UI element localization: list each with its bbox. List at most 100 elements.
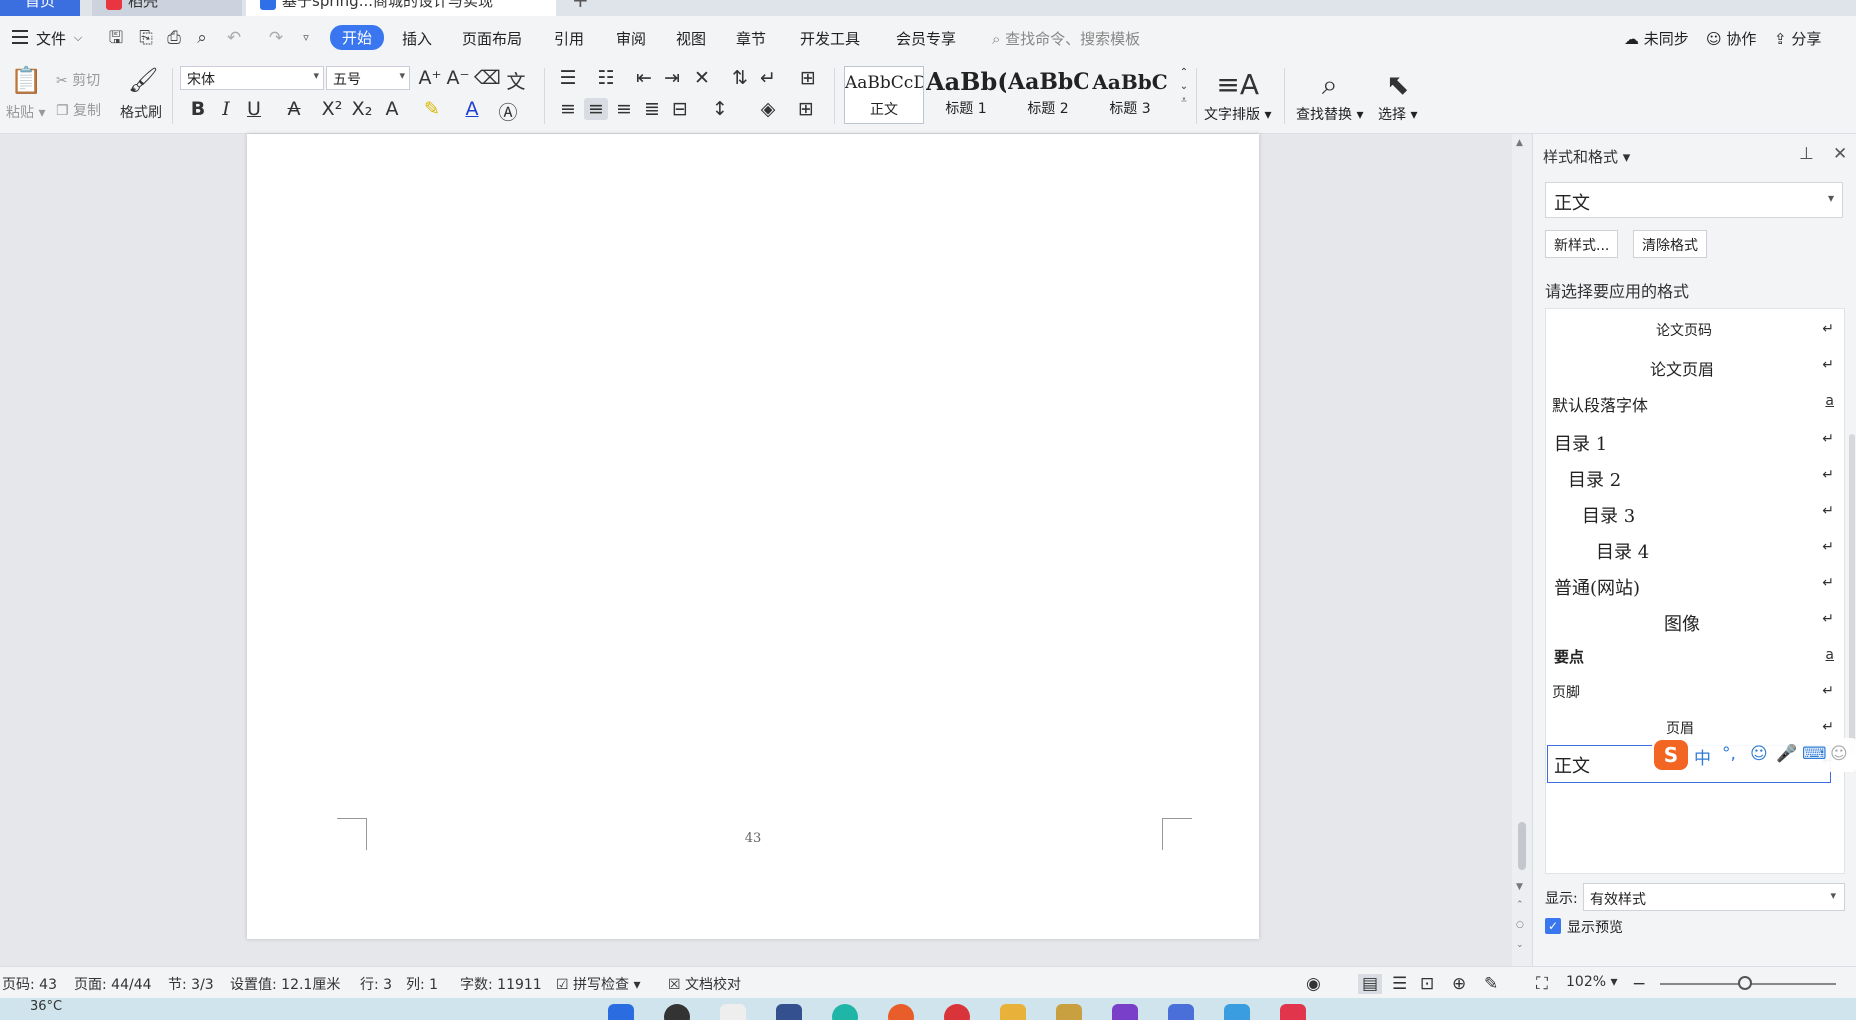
share-button[interactable]: ⇪ 分享 [1774, 28, 1821, 49]
sync-button[interactable]: ☁ 未同步 [1624, 28, 1689, 49]
write-mode-icon[interactable]: ✎ [1484, 974, 1498, 994]
web-view-icon[interactable]: ⊕ [1452, 974, 1466, 994]
paste-icon[interactable]: 📋 [10, 66, 42, 96]
app-icon[interactable] [1112, 1004, 1138, 1020]
style-heading-1[interactable]: AaBb( 标题 1 [926, 66, 1006, 124]
emoji-icon[interactable]: ☺ [1750, 744, 1768, 764]
eye-protection-icon[interactable]: ◉ [1306, 974, 1321, 994]
shading-icon[interactable]: ◈ [756, 98, 780, 120]
underline-icon[interactable]: U [242, 98, 266, 120]
user-icon[interactable]: ☺ [1830, 744, 1848, 764]
microphone-icon[interactable]: 🎤 [1776, 744, 1797, 764]
sogou-logo-icon[interactable]: S [1654, 740, 1688, 770]
numbered-list-icon[interactable]: ☷ [594, 67, 618, 89]
next-page-icon[interactable]: ⌄ [1516, 940, 1524, 950]
folder-icon[interactable] [1000, 1004, 1026, 1020]
browser-icon[interactable] [888, 1004, 914, 1020]
command-search[interactable]: ⌕ 查找命令、搜索模板 [992, 28, 1140, 49]
shrink-font-icon[interactable]: A⁻ [446, 67, 470, 89]
scroll-thumb[interactable] [1518, 822, 1526, 870]
char-border-icon[interactable]: Ⓐ [496, 98, 520, 125]
align-right-icon[interactable]: ≡ [612, 98, 636, 120]
copy-button[interactable]: ❐ 复制 [56, 100, 101, 120]
justify-icon[interactable]: ≣ [640, 98, 664, 120]
paste-button[interactable]: 粘贴 ▾ [6, 102, 45, 122]
save-icon[interactable]: 🖫 [106, 28, 126, 48]
align-left-icon[interactable]: ≡ [556, 98, 580, 120]
search-icon[interactable] [664, 1004, 690, 1020]
list-item[interactable]: 目录 1 ↵ [1546, 421, 1844, 461]
style-list-scrollbar[interactable] [1849, 434, 1855, 754]
borders-icon[interactable]: ⊞ [794, 98, 818, 120]
list-item[interactable]: 普通(网站) ↵ [1546, 565, 1844, 605]
current-style-select[interactable]: 正文 [1545, 182, 1843, 218]
list-item[interactable]: 目录 2 ↵ [1546, 457, 1844, 497]
show-preview-checkbox[interactable]: ✓ [1545, 918, 1561, 934]
file-menu[interactable]: 文件 [36, 28, 66, 49]
keyboard-icon[interactable]: ⌨ [1802, 744, 1827, 764]
tab-home[interactable]: 首页 [0, 0, 80, 16]
line-spacing-icon[interactable]: ↕ [708, 98, 732, 120]
punctuation-icon[interactable]: °, [1722, 744, 1736, 764]
app-icon[interactable] [944, 1004, 970, 1020]
list-item[interactable]: 论文页码 ↵ [1546, 311, 1844, 351]
hamburger-icon[interactable] [12, 30, 28, 44]
pane-title[interactable]: 样式和格式 ▾ [1543, 146, 1630, 167]
list-item[interactable]: 目录 4 ↵ [1546, 529, 1844, 569]
tab-insert[interactable]: 插入 [402, 28, 432, 49]
status-line[interactable]: 行: 3 [360, 974, 392, 994]
font-color-icon[interactable]: A [460, 98, 484, 120]
undo-icon[interactable]: ↶ [224, 28, 244, 48]
format-painter-button[interactable]: 格式刷 [120, 102, 162, 122]
scroll-up-icon[interactable]: ▲ [1516, 138, 1523, 148]
tab-home-ribbon[interactable]: 开始 [330, 25, 385, 50]
font-name-select[interactable]: 宋体 [180, 66, 324, 90]
style-heading-2[interactable]: AaBbC 标题 2 [1008, 66, 1088, 124]
list-item[interactable]: 目录 3 ↵ [1546, 493, 1844, 533]
tab-review[interactable]: 审阅 [616, 28, 646, 49]
sort-icon[interactable]: ⇅ [728, 67, 752, 89]
distribute-icon[interactable]: ⊟ [668, 98, 692, 120]
app-icon[interactable] [776, 1004, 802, 1020]
export-pdf-icon[interactable]: ⎘ [136, 28, 156, 48]
file-icon[interactable] [720, 1004, 746, 1020]
chevron-down-icon[interactable]: ⌵ [68, 28, 88, 48]
outline-view-icon[interactable]: ☰ [1392, 974, 1407, 994]
align-center-icon[interactable]: ≡ [584, 98, 608, 120]
bullet-list-icon[interactable]: ☰ [556, 67, 580, 89]
clear-format-icon[interactable]: ⌫ [474, 67, 501, 89]
clear-format-button[interactable]: 清除格式 [1633, 230, 1707, 258]
writer-icon[interactable] [1224, 1004, 1250, 1020]
list-item[interactable]: 默认段落字体 a [1546, 383, 1844, 423]
list-item[interactable]: 要点 a [1546, 637, 1844, 677]
format-painter-icon[interactable]: 🖌 [128, 66, 158, 94]
strikethrough-icon[interactable]: A [282, 98, 306, 120]
close-icon[interactable]: ✕ [1833, 144, 1847, 164]
fit-page-icon[interactable]: ⛶ [1536, 974, 1548, 994]
tab-stops-icon[interactable]: ⊞ [796, 67, 820, 89]
select-button[interactable]: ⬉ 选择 ▾ [1378, 66, 1417, 124]
page-view-icon[interactable]: ▤ [1358, 974, 1383, 994]
list-item[interactable]: 页脚 ↵ [1546, 673, 1844, 713]
tab-document[interactable]: 基于spring...商城的设计与实现 [246, 0, 556, 16]
status-words[interactable]: 字数: 11911 [460, 974, 542, 994]
bold-icon[interactable]: B [186, 98, 210, 120]
list-item[interactable]: 论文页眉 ↵ [1546, 347, 1844, 387]
collab-button[interactable]: ☺ 协作 [1706, 28, 1756, 49]
quick-access-more-icon[interactable]: ▿ [296, 28, 316, 48]
styles-scroll-icon[interactable]: ⌃ ⌄ ⩡ [1172, 66, 1196, 108]
highlight-icon[interactable]: ✎ [420, 98, 444, 120]
status-page[interactable]: 页面: 44/44 [74, 974, 152, 994]
zoom-out-icon[interactable]: − [1632, 974, 1646, 994]
status-page-code[interactable]: 页码: 43 [2, 974, 57, 994]
tab-daoke[interactable]: 稻壳 [92, 0, 242, 16]
prev-page-icon[interactable]: ⌃ [1516, 900, 1524, 910]
text-layout-button[interactable]: ≡A 文字排版 ▾ [1204, 66, 1271, 124]
cut-button[interactable]: ✂ 剪切 [56, 70, 100, 90]
select-browse-icon[interactable]: ○ [1516, 920, 1524, 930]
superscript-icon[interactable]: X² [320, 98, 344, 120]
find-replace-button[interactable]: ⌕ 查找替换 ▾ [1296, 66, 1363, 124]
decrease-indent-icon[interactable]: ⇤ [632, 67, 656, 89]
tab-view[interactable]: 视图 [676, 28, 706, 49]
status-setting[interactable]: 设置值: 12.1厘米 [230, 974, 340, 994]
